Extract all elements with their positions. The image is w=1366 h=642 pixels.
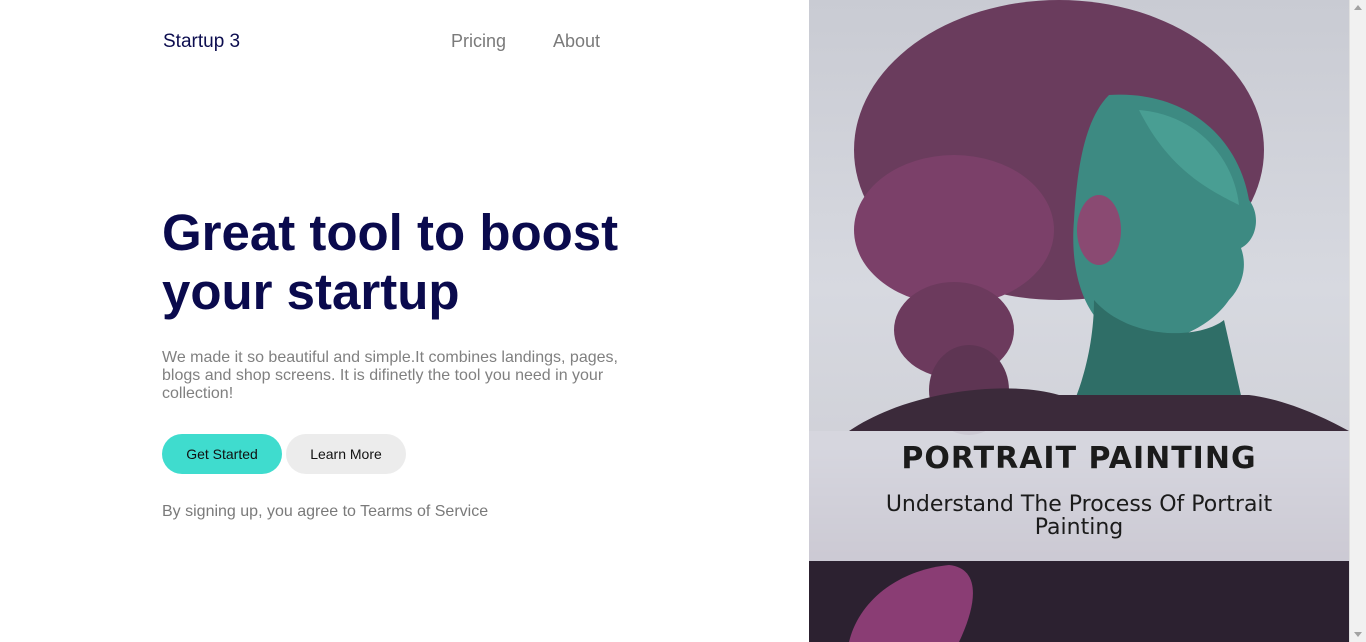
learn-more-button[interactable]: Learn More [286, 434, 406, 474]
hero-image-book-cover: PORTRAIT PAINTING Understand The Process… [809, 0, 1349, 642]
vertical-scrollbar[interactable] [1349, 0, 1366, 642]
hero-description: We made it so beautiful and simple.It co… [162, 349, 618, 402]
nav-about-link[interactable]: About [553, 31, 600, 52]
brand-logo[interactable]: Startup 3 [163, 31, 240, 53]
nav-pricing-link[interactable]: Pricing [451, 31, 506, 52]
book-subtitle: Understand The Process Of Portrait Paint… [885, 492, 1273, 540]
book-title: PORTRAIT PAINTING [901, 441, 1257, 476]
scroll-down-icon[interactable] [1354, 632, 1362, 637]
terms-text: By signing up, you agree to Tearms of Se… [162, 503, 489, 520]
hero-headline: Great tool to boost your startup [162, 204, 619, 320]
scroll-up-icon[interactable] [1354, 5, 1362, 10]
landing-content: Startup 3 Pricing About Great tool to bo… [0, 0, 809, 642]
get-started-button[interactable]: Get Started [162, 434, 282, 474]
